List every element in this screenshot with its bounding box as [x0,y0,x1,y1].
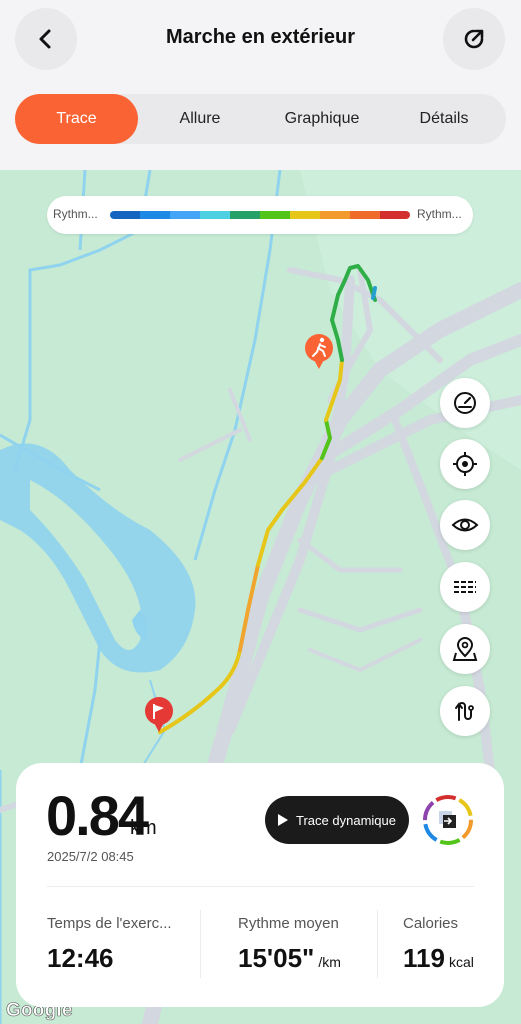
tab-graphique[interactable]: Graphique [262,94,382,144]
pace-value: 15'05" [238,943,315,973]
legend-segment [140,211,170,219]
distance-unit: km [130,817,157,839]
map-pin-icon [452,637,478,661]
visibility-button[interactable] [440,500,490,550]
header: Marche en extérieur Trace Allure Graphiq… [0,0,521,168]
map-pin-button[interactable] [440,624,490,674]
route-icon [455,702,474,721]
stat-divider [200,910,201,978]
speed-button[interactable] [440,378,490,428]
legend-segment [260,211,290,219]
play-icon [278,814,289,826]
pace-legend: Rythm... Rythm... [47,196,473,234]
legend-segment [320,211,350,219]
duration-label: Temps de l'exerc... [47,915,172,932]
legend-segment [200,211,230,219]
legend-segment [110,211,140,219]
eye-icon [451,518,479,532]
legend-color-bar [110,211,410,219]
calories-label: Calories [403,915,459,932]
legend-segment [230,211,260,219]
legend-right-label: Rythm... [417,207,462,221]
layers-button[interactable] [440,562,490,612]
share-button[interactable] [443,8,505,70]
calories-value-group: 119 kcal [403,943,474,974]
stat-divider [377,910,378,978]
locate-button[interactable] [440,439,490,489]
locate-icon [453,452,477,476]
pace-unit: /km [318,954,341,970]
tab-bar: Trace Allure Graphique Détails [15,94,506,144]
dynamic-trace-label: Trace dynamique [296,812,396,828]
tab-trace[interactable]: Trace [15,94,138,144]
legend-segment [290,211,320,219]
share-icon [464,29,484,49]
stats-card: 0.84 km 2025/7/2 08:45 Trace dynamique T… [16,763,504,1007]
tab-allure[interactable]: Allure [138,94,262,144]
layers-icon [454,581,476,593]
legend-left-label: Rythm... [53,207,98,221]
speedometer-icon [454,392,476,414]
workout-date: 2025/7/2 08:45 [47,849,134,864]
tab-details[interactable]: Détails [382,94,506,144]
duration-value: 12:46 [47,943,114,973]
pace-value-group: 15'05"/km [238,943,341,974]
calories-value: 119 [403,943,445,973]
dynamic-trace-button[interactable]: Trace dynamique [265,796,409,844]
export-ring-icon [423,795,473,845]
pace-label: Rythme moyen [238,915,339,932]
legend-segment [380,211,410,219]
export-button[interactable] [422,794,474,846]
card-divider [47,886,474,887]
legend-segment [350,211,380,219]
legend-segment [170,211,200,219]
start-marker [305,334,333,369]
calories-unit: kcal [448,954,474,970]
route-button[interactable] [440,686,490,736]
